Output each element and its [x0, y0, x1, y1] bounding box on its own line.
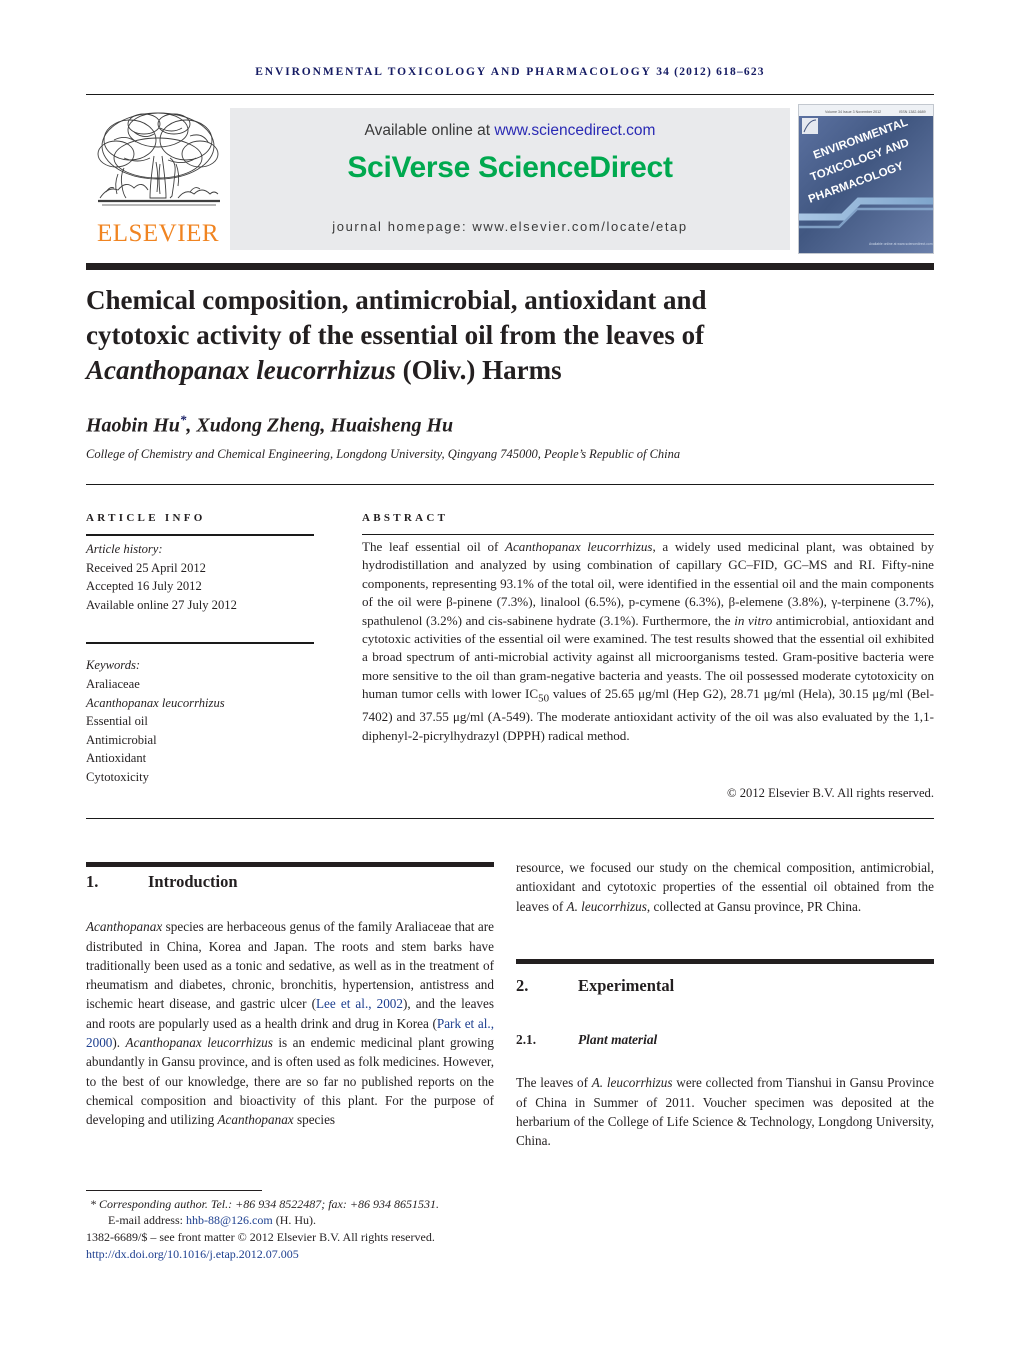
running-head-volume: 34 (2012) 618–623	[656, 66, 765, 78]
abstract-seg-1: The leaf essential oil of	[362, 539, 505, 554]
journal-homepage-line[interactable]: journal homepage: www.elsevier.com/locat…	[230, 219, 790, 234]
corresponding-author-text: Corresponding author. Tel.: +86 934 8522…	[96, 1197, 439, 1211]
author-rest: , Xudong Zheng, Huaisheng Hu	[186, 414, 454, 437]
intro-species-2: Acanthopanax leucorrhizus	[125, 1035, 273, 1051]
keyword-item: Antimicrobial	[86, 732, 157, 747]
author-first: Haobin Hu	[86, 414, 180, 437]
email-owner: (H. Hu).	[272, 1213, 317, 1228]
sciverse-sciencedirect-logo[interactable]: SciVerse ScienceDirect	[230, 151, 790, 185]
keyword-item: Acanthopanax leucorrhizus	[86, 695, 225, 710]
keyword-item: Antioxidant	[86, 751, 147, 766]
article-history-group: Article history: Received 25 April 2012 …	[86, 540, 314, 614]
abstract-ic50-subscript: 50	[538, 692, 550, 705]
page-footer: * Corresponding author. Tel.: +86 934 85…	[86, 1196, 516, 1262]
svg-text:Volume 34 Issue 3 November 2: Volume 34 Issue 3 November 2012	[825, 110, 881, 114]
abstract-top-rule	[86, 484, 934, 485]
keywords-group: Keywords: Araliaceae Acanthopanax leucorr…	[86, 656, 314, 786]
right-seg-2: , collected at Gansu province, PR China.	[646, 898, 862, 914]
keyword-item: Cytotoxicity	[86, 769, 149, 784]
keyword-item: Essential oil	[86, 714, 148, 729]
intro-seg-5: species	[293, 1112, 336, 1128]
elsevier-tree-icon	[97, 112, 220, 206]
introduction-paragraph: Acanthopanax species are herbaceous genu…	[86, 917, 494, 1129]
available-online-line: Available online at www.sciencedirect.co…	[230, 122, 790, 140]
journal-cover-art: Volume 34 Issue 3 November 2012 ISSN 138…	[799, 105, 933, 253]
abstract-bottom-rule	[86, 818, 934, 819]
citation-lee-2002[interactable]: Lee et al., 2002	[316, 996, 403, 1011]
email-note: E-mail address: hhb-88@126.com (H. Hu).	[86, 1212, 516, 1228]
section-1-rule	[86, 862, 494, 867]
title-top-bar	[86, 263, 934, 270]
doi-link[interactable]: http://dx.doi.org/10.1016/j.etap.2012.07…	[86, 1246, 516, 1262]
svg-text:Available online at www.scienc: Available online at www.sciencedirect.co…	[869, 242, 933, 246]
sciencedirect-band: Available online at www.sciencedirect.co…	[230, 108, 790, 250]
issn-copyright-line: 1382-6689/$ – see front matter © 2012 El…	[86, 1230, 435, 1245]
abstract-rule	[362, 534, 934, 535]
running-head: ENVIRONMENTAL TOXICOLOGY AND PHARMACOLOG…	[0, 66, 1020, 78]
abstract-invitro: in vitro	[734, 612, 773, 628]
article-info-column: Article history: Received 25 April 2012 …	[86, 540, 314, 787]
elsevier-wordmark: ELSEVIER	[96, 220, 220, 247]
article-received: Received 25 April 2012	[86, 560, 206, 575]
article-title-line-3: Acanthopanax leucorrhizus (Oliv.) Harms	[86, 355, 562, 385]
email-label: E-mail address:	[108, 1213, 186, 1228]
abstract-heading: ABSTRACT	[362, 512, 449, 524]
abstract-species-1: Acanthopanax leucorrhizus	[505, 539, 653, 554]
right-species: A. leucorrhizus	[566, 898, 647, 914]
intro-species-3: Acanthopanax	[217, 1112, 294, 1128]
subsection-2-1-heading: 2.1. Plant material	[516, 1030, 934, 1049]
body-column-left: 1. Introduction Acanthopanax species are…	[86, 872, 494, 1130]
subsection-2-1-title: Plant material	[578, 1032, 658, 1048]
svg-text:ISSN 1382-6689: ISSN 1382-6689	[899, 110, 926, 114]
article-available-online: Available online 27 July 2012	[86, 597, 237, 612]
plant-material-paragraph: The leaves of A. leucorrhizus were colle…	[516, 1073, 934, 1150]
section-1-number: 1.	[86, 872, 99, 891]
author-list: Haobin Hu*, Xudong Zheng, Huaisheng Hu	[86, 412, 876, 438]
corresponding-author-note: * Corresponding author. Tel.: +86 934 85…	[86, 1196, 516, 1212]
section-1-title: Introduction	[148, 872, 238, 891]
header-rule	[86, 94, 934, 95]
section-2-heading: 2. Experimental	[516, 976, 934, 995]
article-info-rule-1	[86, 534, 314, 536]
article-title-species: Acanthopanax leucorrhizus	[86, 355, 396, 385]
journal-article-page: ENVIRONMENTAL TOXICOLOGY AND PHARMACOLOG…	[0, 0, 1020, 1351]
intro-seg-3: ).	[112, 1035, 126, 1051]
body-column-right: resource, we focused our study on the ch…	[516, 858, 934, 1151]
article-info-heading: ARTICLE INFO	[86, 512, 206, 524]
masthead: ELSEVIER Available online at www.science…	[86, 104, 934, 254]
plant-seg-1: The leaves of	[516, 1075, 592, 1091]
introduction-continuation: resource, we focused our study on the ch…	[516, 858, 934, 916]
sciencedirect-link[interactable]: www.sciencedirect.com	[494, 122, 655, 139]
available-online-text: Available online at	[364, 122, 495, 139]
affiliation: College of Chemistry and Chemical Engine…	[86, 447, 681, 461]
subsection-2-1-number: 2.1.	[516, 1032, 537, 1048]
article-title-line-2: cytotoxic activity of the essential oil …	[86, 320, 705, 350]
section-2-rule	[516, 958, 934, 964]
keyword-list: Araliaceae Acanthopanax leucorrhizus Essen…	[86, 675, 314, 787]
section-1-heading: 1. Introduction	[86, 872, 494, 891]
footnote-rule	[86, 1190, 262, 1191]
email-address-link[interactable]: hhb-88@126.com	[186, 1213, 273, 1227]
abstract-text: The leaf essential oil of Acanthopanax l…	[362, 538, 934, 745]
article-title-line-1: Chemical composition, antimicrobial, ant…	[86, 285, 707, 315]
section-2-title: Experimental	[578, 975, 675, 995]
article-history-label: Article history:	[86, 542, 163, 556]
article-accepted: Accepted 16 July 2012	[86, 579, 202, 594]
article-title: Chemical composition, antimicrobial, ant…	[86, 283, 876, 388]
section-2-number: 2.	[516, 975, 529, 995]
plant-species: A. leucorrhizus	[591, 1075, 673, 1091]
running-head-journal: ENVIRONMENTAL TOXICOLOGY AND PHARMACOLOG…	[255, 66, 652, 78]
abstract-copyright: © 2012 Elsevier B.V. All rights reserved…	[727, 786, 934, 800]
intro-species-1: Acanthopanax	[86, 919, 163, 935]
elsevier-logo[interactable]: ELSEVIER	[86, 106, 232, 252]
journal-cover-thumbnail[interactable]: Volume 34 Issue 3 November 2012 ISSN 138…	[798, 104, 934, 254]
keyword-item: Araliaceae	[86, 676, 140, 691]
keywords-label: Keywords:	[86, 658, 141, 673]
